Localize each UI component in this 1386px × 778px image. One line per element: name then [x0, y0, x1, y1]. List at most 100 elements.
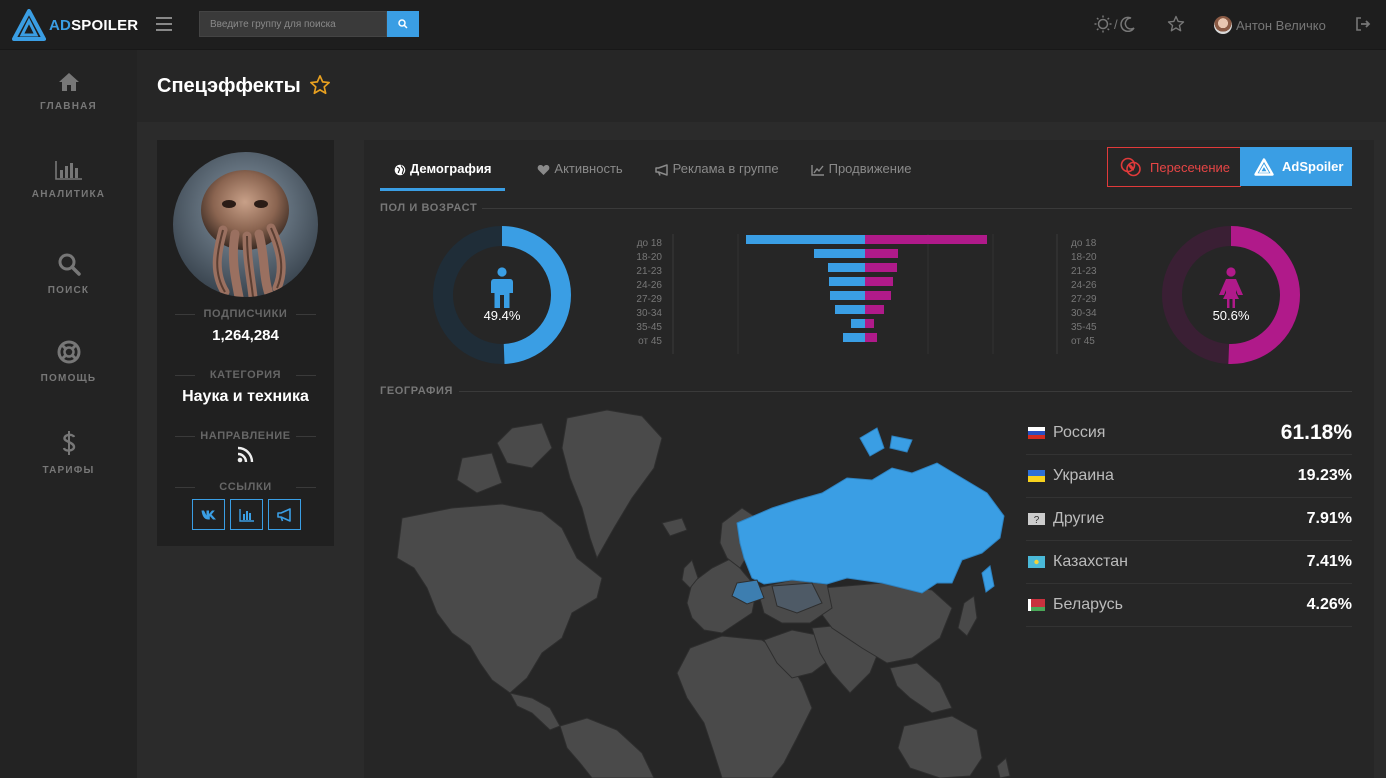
intersection-button[interactable]: Пересечение — [1107, 147, 1241, 187]
page-title: Спецэффекты — [157, 75, 301, 97]
age-label: 27-29 — [1071, 294, 1097, 305]
geo-row-ukraine: Украина 19.23% — [1026, 455, 1352, 498]
vk-link-button[interactable] — [192, 499, 225, 530]
user-name: Антон Величко — [1236, 17, 1326, 33]
adspoiler-logo-icon — [1254, 157, 1274, 176]
age-label: до 18 — [1071, 238, 1097, 249]
country-percent: 61.18% — [1280, 421, 1352, 444]
female-age-bar — [865, 277, 893, 286]
map-south-america — [559, 717, 655, 778]
demography-panel: Демография Активность Реклама в группе П… — [364, 140, 1374, 778]
logout-icon[interactable] — [1355, 16, 1371, 37]
user-menu[interactable]: Антон Величко — [1214, 16, 1326, 34]
chart-icon — [238, 508, 254, 522]
globe-icon — [394, 164, 406, 176]
tab-demography[interactable]: Демография — [380, 158, 506, 191]
tabs: Демография Активность Реклама в группе П… — [380, 158, 943, 191]
rss-icon — [237, 446, 254, 468]
female-age-bar — [865, 263, 897, 272]
female-icon — [1217, 267, 1245, 314]
age-label: 35-45 — [636, 322, 662, 333]
tab-label: Продвижение — [828, 161, 912, 176]
age-label: 18-20 — [1071, 252, 1097, 263]
search-icon — [398, 19, 408, 29]
favorites-star-icon[interactable] — [1167, 15, 1185, 38]
male-age-bar — [814, 249, 865, 258]
map-greenland — [561, 409, 663, 560]
search-bar — [199, 11, 419, 37]
age-label: 21-23 — [1071, 266, 1097, 277]
sidebar-item-analytics[interactable]: АНАЛИТИКА — [0, 160, 137, 200]
map-russia-highlight — [736, 427, 1005, 594]
theme-toggle[interactable]: / — [1094, 15, 1136, 33]
menu-toggle-icon[interactable] — [156, 17, 172, 31]
tab-label: Активность — [554, 161, 623, 176]
sidebar: ГЛАВНАЯ АНАЛИТИКА ПОИСК ПОМОЩЬ ТАРИФЫ — [0, 50, 137, 778]
tab-activity[interactable]: Активность — [537, 158, 623, 191]
age-label: от 45 — [1071, 336, 1095, 347]
search-button[interactable] — [387, 11, 419, 37]
kazakhstan-flag-icon — [1028, 556, 1045, 568]
russia-flag-icon — [1028, 427, 1045, 439]
logo[interactable]: ADSPOILER — [12, 9, 138, 41]
page-header: Спецэффекты — [137, 50, 1386, 122]
search-icon — [58, 253, 81, 276]
belarus-flag-icon — [1028, 599, 1045, 611]
age-label: 18-20 — [636, 252, 662, 263]
adspoiler-button[interactable]: AdSpoiler — [1240, 147, 1352, 186]
geography-list: Россия 61.18% Украина 19.23% ? Другие 7.… — [1026, 412, 1352, 627]
male-age-bar — [835, 305, 865, 314]
sidebar-item-pricing[interactable]: ТАРИФЫ — [0, 430, 137, 476]
favorite-star-icon[interactable] — [309, 74, 331, 101]
country-percent: 4.26% — [1306, 596, 1352, 613]
ads-link-button[interactable] — [268, 499, 301, 530]
tab-label: Реклама в группе — [672, 161, 779, 176]
subscribers-value: 1,264,284 — [212, 327, 279, 344]
sidebar-item-help[interactable]: ПОМОЩЬ — [0, 340, 137, 384]
geo-row-kazakhstan: Казахстан 7.41% — [1026, 541, 1352, 584]
age-pyramid-chart — [672, 234, 1058, 354]
age-label: 35-45 — [1071, 322, 1097, 333]
map-north-america — [396, 503, 603, 694]
search-input[interactable] — [199, 11, 387, 37]
age-label: 21-23 — [636, 266, 662, 277]
bullhorn-icon — [276, 507, 291, 522]
country-name: Беларусь — [1053, 596, 1123, 613]
female-age-bar — [865, 319, 874, 328]
map-japan — [957, 595, 978, 637]
logo-text: ADSPOILER — [49, 16, 139, 34]
sidebar-item-label: АНАЛИТИКА — [31, 189, 106, 200]
country-name: Россия — [1053, 424, 1106, 441]
top-bar: ADSPOILER / Антон Величк — [0, 0, 1386, 50]
dollar-icon — [62, 431, 75, 455]
male-donut-chart: 49.4% — [432, 225, 572, 370]
category-value: Наука и техника — [182, 388, 309, 405]
sidebar-item-label: ПОМОЩЬ — [40, 373, 97, 384]
stats-link-button[interactable] — [230, 499, 263, 530]
world-map — [396, 409, 1011, 778]
tab-promotion[interactable]: Продвижение — [810, 158, 912, 191]
country-percent: 7.91% — [1306, 510, 1352, 527]
sidebar-item-label: ГЛАВНАЯ — [40, 101, 97, 112]
male-percent: 49.4% — [483, 308, 521, 323]
male-icon — [489, 267, 515, 314]
male-age-bar — [829, 277, 865, 286]
country-percent: 7.41% — [1306, 553, 1352, 570]
lifebuoy-icon — [57, 340, 80, 364]
age-label: 30-34 — [1071, 308, 1097, 319]
line-chart-icon — [810, 165, 824, 176]
male-age-bar — [843, 333, 865, 342]
map-new-zealand — [996, 757, 1011, 778]
logo-icon — [12, 9, 46, 41]
gender-age-section-title: ПОЛ И ВОЗРАСТ — [380, 202, 478, 214]
female-donut-chart: 50.6% — [1161, 225, 1301, 370]
sidebar-item-home[interactable]: ГЛАВНАЯ — [0, 72, 137, 112]
direction-label: НАПРАВЛЕНИЕ — [173, 430, 318, 442]
sun-icon — [1094, 15, 1112, 33]
sidebar-item-search[interactable]: ПОИСК — [0, 252, 137, 296]
age-label: до 18 — [636, 238, 662, 249]
country-name: Казахстан — [1053, 553, 1128, 570]
bullhorn-icon — [654, 164, 668, 176]
tab-group-ads[interactable]: Реклама в группе — [654, 158, 779, 191]
geo-row-other: ? Другие 7.91% — [1026, 498, 1352, 541]
